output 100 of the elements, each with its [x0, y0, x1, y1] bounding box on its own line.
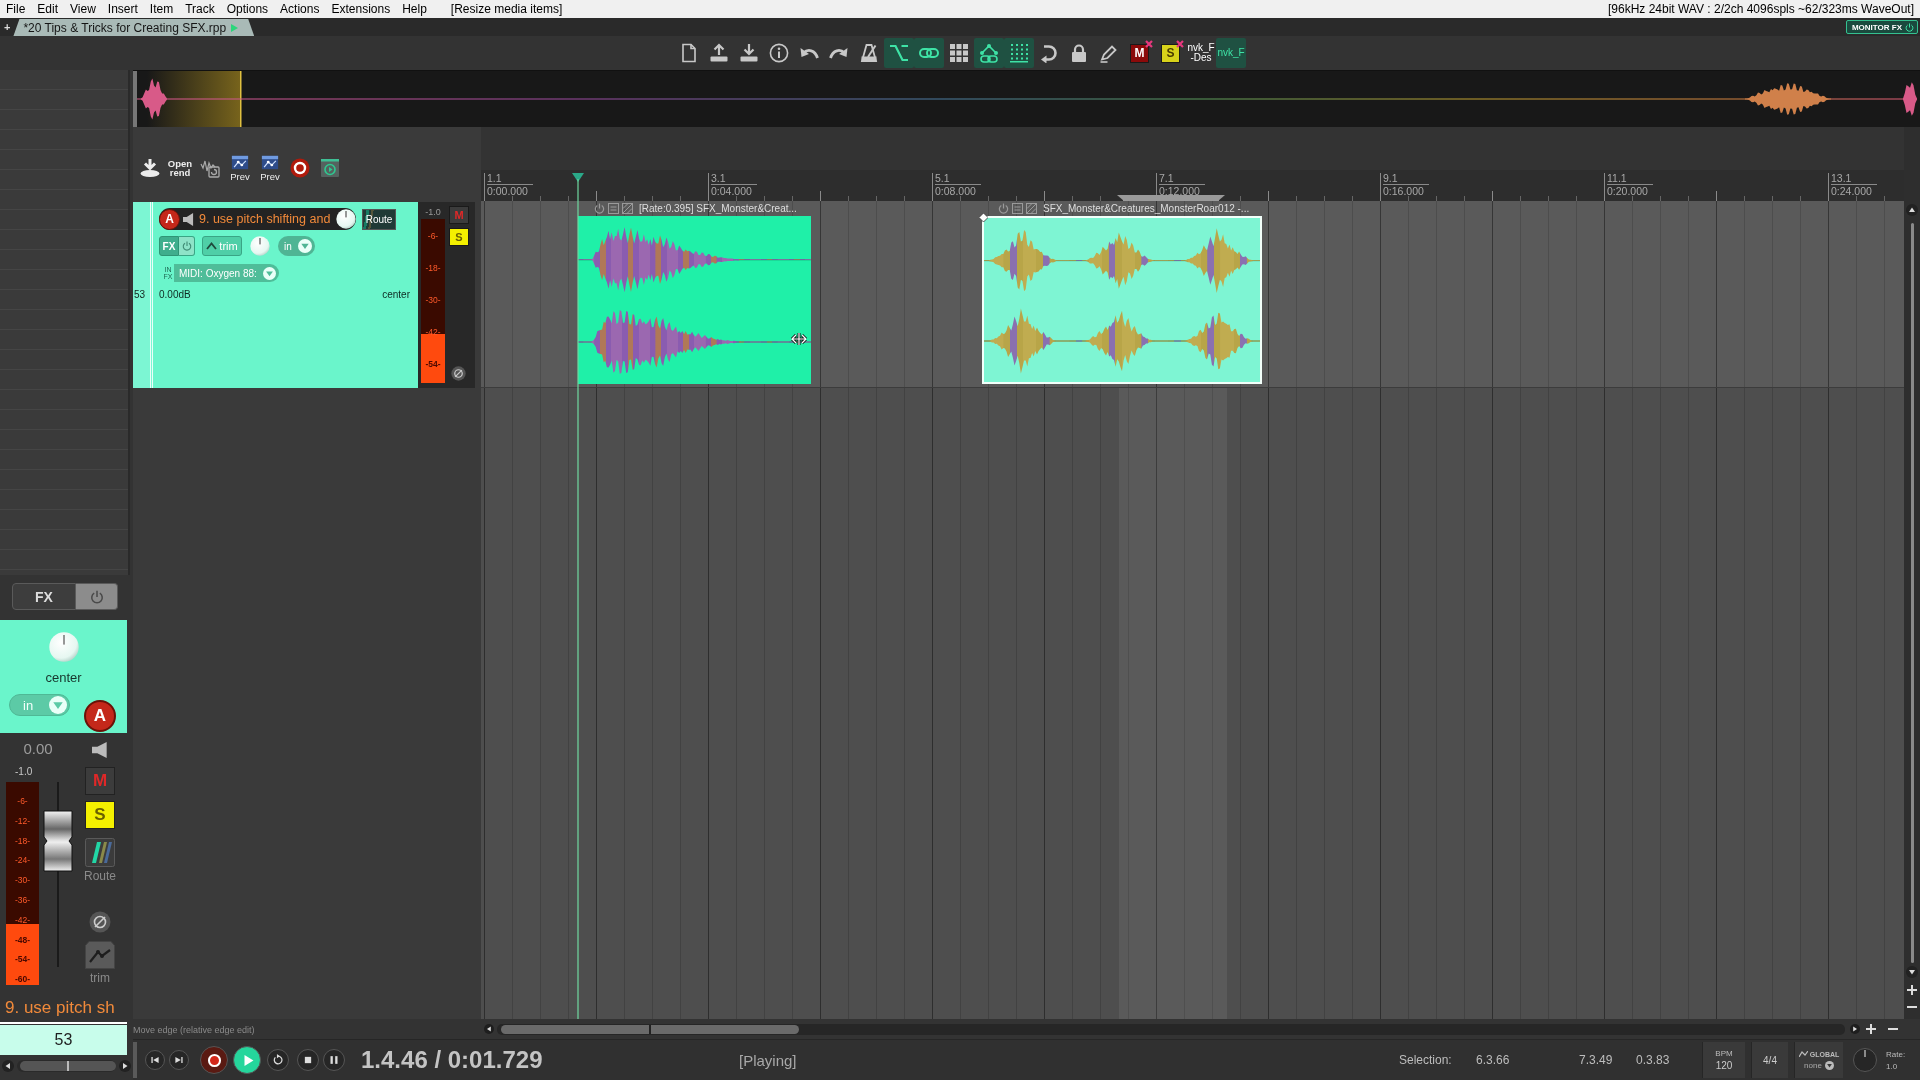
- bpm-value: 120: [1715, 1060, 1733, 1071]
- playrate-dropdown[interactable]: none: [1804, 1060, 1834, 1071]
- menu-item[interactable]: Actions: [274, 0, 326, 18]
- media-item[interactable]: [578, 216, 811, 384]
- toolbar-button[interactable]: Open rend: [165, 154, 195, 182]
- volume-knob-icon[interactable]: [336, 209, 356, 229]
- solo-button[interactable]: S: [85, 801, 115, 829]
- route-button[interactable]: Route: [85, 838, 115, 883]
- menu-item[interactable]: Options: [220, 0, 275, 18]
- scroll-up-icon[interactable]: [1906, 204, 1918, 216]
- zoom-in-icon[interactable]: [1907, 985, 1917, 995]
- play-icon: [231, 23, 239, 32]
- pan-knob-icon[interactable]: [250, 236, 270, 256]
- ruler-bar-label: 13.1: [1831, 173, 1877, 185]
- status-hint: Move edge (relative edge edit): [133, 1024, 256, 1035]
- track-name: 9. use pitch sh: [4, 996, 116, 1019]
- meter-scale-label: -48-: [14, 934, 31, 945]
- volume-readout: 0.00: [22, 741, 54, 757]
- hatched-box-icon[interactable]: [1026, 203, 1037, 214]
- zigzag-line-icon: [1798, 1051, 1808, 1057]
- volume-readout: 0.00dB: [159, 289, 191, 300]
- x-badge-icon: [1176, 39, 1184, 48]
- horizontal-scrollbar[interactable]: [497, 1023, 1845, 1035]
- toolbar-button[interactable]: nvk_F -Des: [1186, 38, 1216, 68]
- ruler-time-label: 0:16.000: [1383, 186, 1425, 196]
- project-tab[interactable]: *20 Tips & Tricks for Creating SFX.rpp: [13, 19, 255, 36]
- meter-scale-label: -30-: [425, 294, 441, 306]
- selection-length: 0.3.83: [1636, 1053, 1670, 1067]
- power-icon[interactable]: [89, 589, 104, 604]
- arm-button[interactable]: A: [159, 208, 180, 230]
- play-button[interactable]: [233, 1046, 261, 1074]
- diamond-icon[interactable]: [979, 213, 988, 222]
- ruler-time-label: 0:08.000: [935, 186, 977, 196]
- ruler-bar-label: 9.1: [1383, 173, 1429, 185]
- solo-button[interactable]: S: [449, 228, 469, 246]
- menu-item[interactable]: Help: [396, 0, 433, 18]
- toolbar-button[interactable]: Prev: [255, 154, 285, 182]
- arm-button[interactable]: A: [84, 700, 116, 732]
- power-icon[interactable]: [181, 241, 192, 251]
- monitor-fx-button[interactable]: MONITOR FX: [1845, 20, 1918, 34]
- resize-cursor-icon: [790, 332, 808, 346]
- menu-item[interactable]: Insert: [101, 0, 144, 18]
- track-name[interactable]: 9. use pitch shifting and: [199, 212, 331, 226]
- download-disk-icon[interactable]: [140, 158, 160, 178]
- meter-scale-label: -30-: [14, 875, 31, 886]
- speaker-icon[interactable]: [183, 212, 194, 226]
- menu-item[interactable]: Item: [143, 0, 180, 18]
- meter-scale-label: -6-: [17, 796, 28, 806]
- meter-scale-label: -60-: [14, 974, 31, 985]
- hatched-box-icon[interactable]: [622, 203, 633, 214]
- fader-handle[interactable]: [43, 810, 73, 873]
- menu-item[interactable]: Extensions: [325, 0, 397, 18]
- menu-item[interactable]: View: [64, 0, 102, 18]
- scroll-right-icon[interactable]: [119, 1060, 131, 1072]
- rate-knob-icon[interactable]: [1853, 1048, 1877, 1072]
- record-button[interactable]: [200, 1046, 228, 1074]
- record-icon[interactable]: [205, 1051, 223, 1069]
- fx-bypass-button[interactable]: [76, 583, 118, 610]
- route-button[interactable]: Route: [362, 208, 396, 230]
- zoom-in-icon[interactable]: [1866, 1024, 1876, 1034]
- power-icon[interactable]: [1905, 22, 1914, 32]
- meter-scale-label: -24-: [14, 855, 31, 866]
- record-icon[interactable]: [290, 158, 310, 178]
- selection-end: 7.3.49: [1579, 1053, 1613, 1067]
- action-hint: [Resize media items]: [449, 1, 564, 18]
- fx-button[interactable]: FX: [12, 583, 76, 610]
- caret-icon: [49, 696, 67, 714]
- scroll-left-icon[interactable]: [484, 1024, 494, 1034]
- scroll-left-icon[interactable]: [2, 1060, 14, 1072]
- bpm-label: BPM: [1715, 1049, 1733, 1058]
- ruler-bar-label: 5.1: [935, 173, 981, 185]
- menu-item[interactable]: Edit: [31, 0, 65, 18]
- power-icon[interactable]: [998, 203, 1009, 214]
- menu-item[interactable]: File: [0, 0, 32, 18]
- menu-item[interactable]: Track: [179, 0, 221, 18]
- new-tab-button[interactable]: +: [0, 18, 14, 36]
- chart-window-icon[interactable]: [261, 155, 279, 170]
- waveform-file-icon[interactable]: [200, 158, 220, 178]
- scroll-thumb[interactable]: [501, 1024, 799, 1034]
- meter-scale-label: -12-: [14, 815, 31, 826]
- trim-button[interactable]: trim: [85, 941, 115, 985]
- scroll-right-icon[interactable]: [1850, 1024, 1860, 1034]
- scroll-thumb[interactable]: [1910, 223, 1914, 963]
- meter-scale-label: -6-: [427, 230, 439, 242]
- rate-label: Rate:: [1886, 1049, 1906, 1059]
- power-icon[interactable]: [594, 203, 605, 214]
- play-window-icon[interactable]: [320, 158, 340, 178]
- lined-box-icon[interactable]: [608, 203, 619, 214]
- toolbar-button[interactable]: nvk_F: [1216, 38, 1246, 68]
- scroll-down-icon[interactable]: [1906, 966, 1918, 978]
- ruler-time-label: 0:24.000: [1831, 186, 1873, 196]
- track-number: 53: [133, 202, 153, 388]
- chart-window-icon[interactable]: [231, 155, 249, 170]
- speaker-icon[interactable]: [92, 742, 108, 758]
- media-item[interactable]: [982, 216, 1262, 384]
- toolbar-button[interactable]: Prev: [225, 154, 255, 182]
- lined-box-icon[interactable]: [1012, 203, 1023, 214]
- ruler-time-label: 0:00.000: [487, 186, 529, 196]
- phase-icon[interactable]: [451, 366, 466, 381]
- phase-icon[interactable]: [89, 911, 111, 933]
